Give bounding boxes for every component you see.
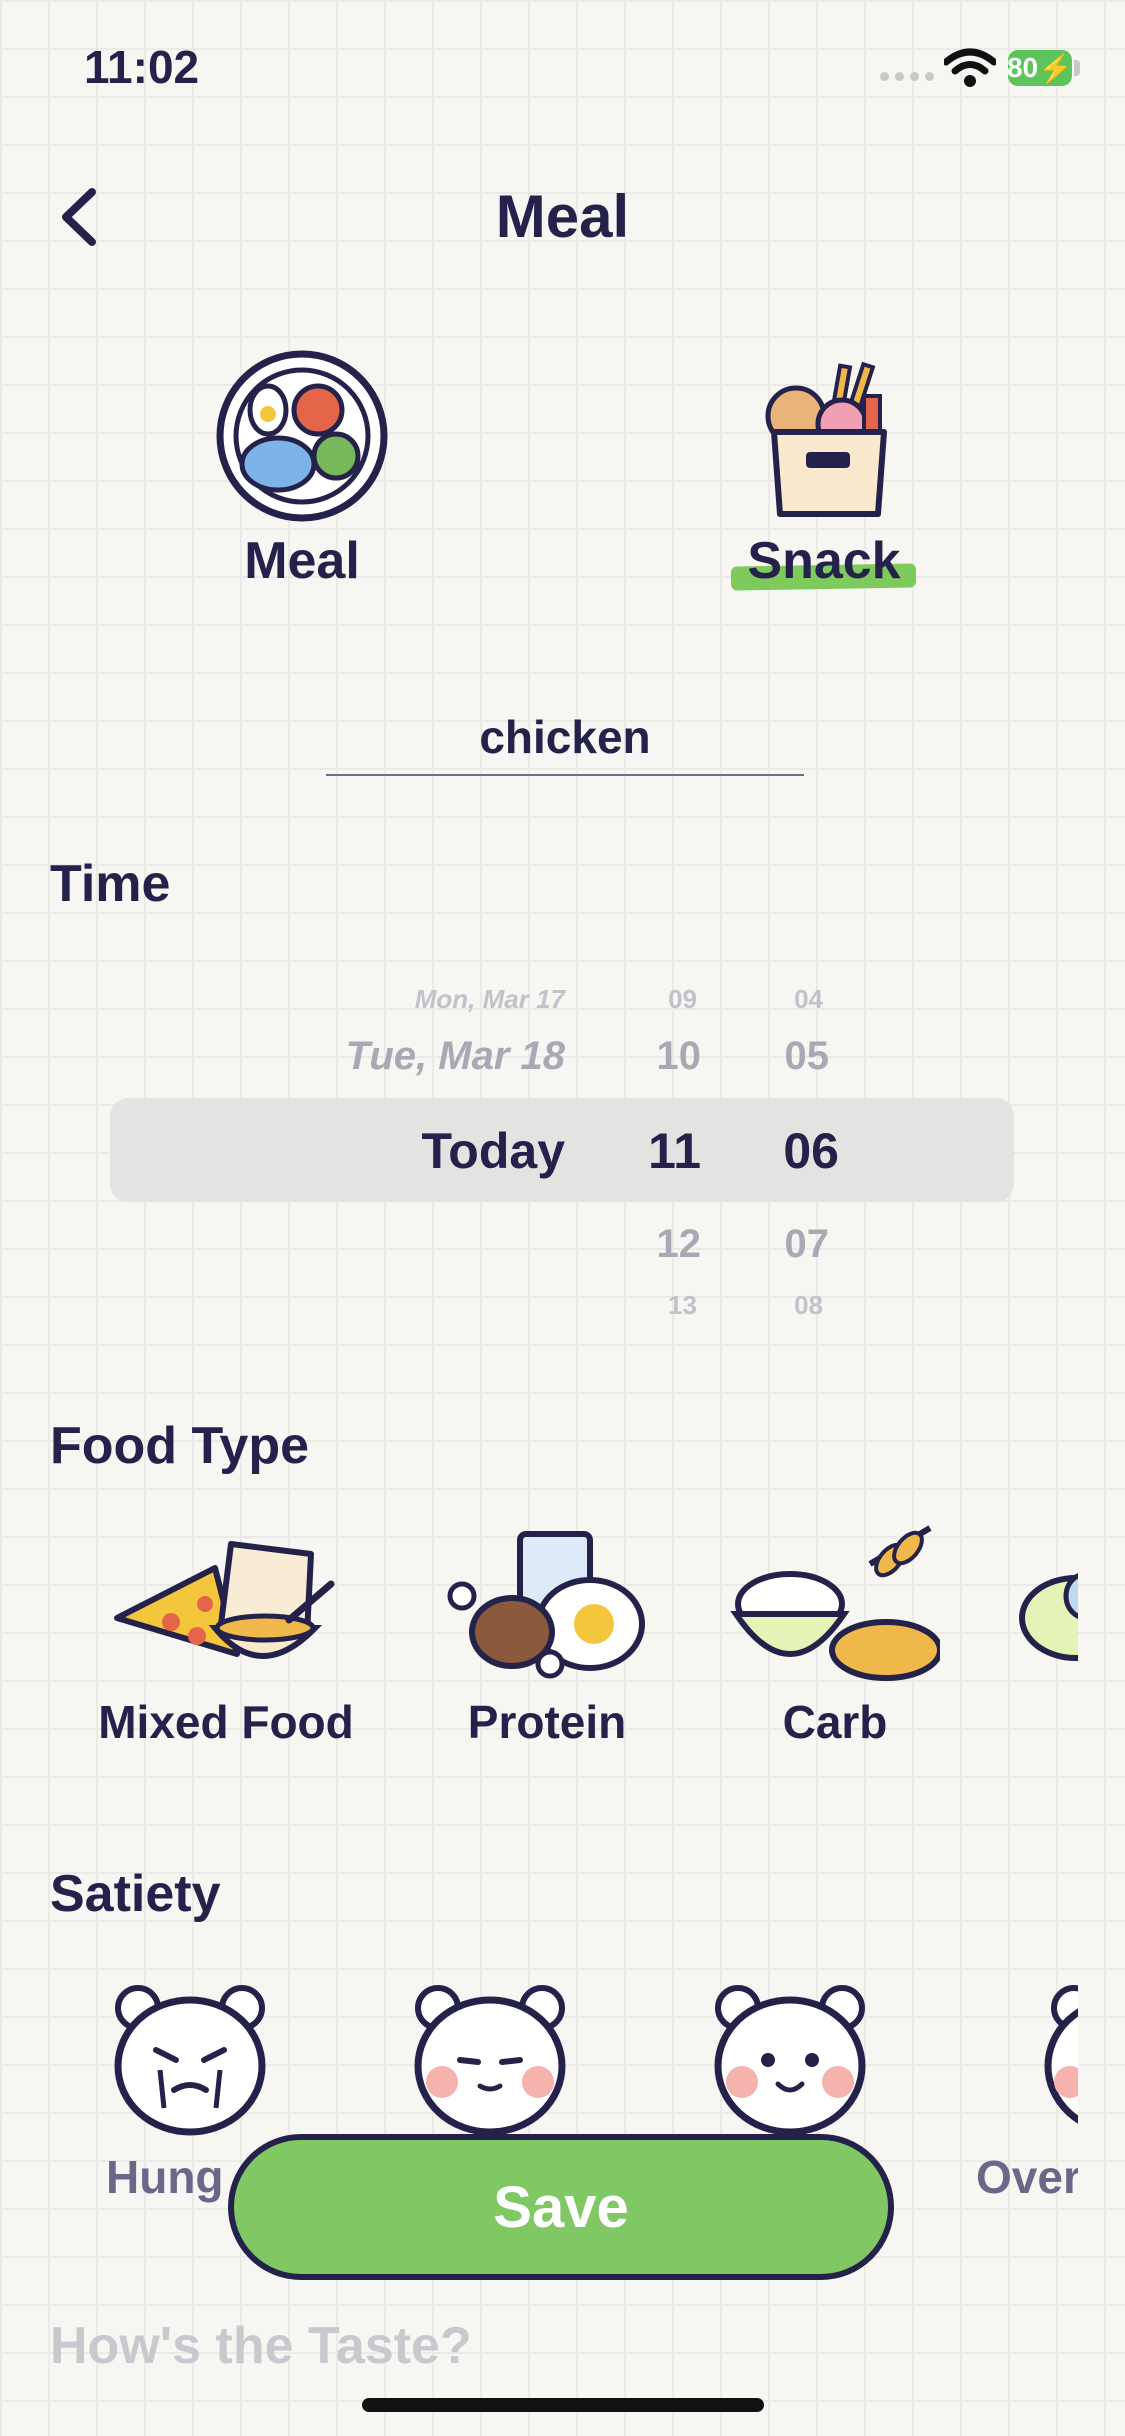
time-picker[interactable]: Mon, Mar 17 Tue, Mar 18 Today 09 10 11 1… bbox=[0, 960, 1125, 1330]
mixed-food-icon bbox=[114, 1541, 335, 1659]
status-time: 11:02 bbox=[84, 41, 200, 93]
over-bear-icon bbox=[1044, 1985, 1078, 2124]
picker-minute-option[interactable]: 04 bbox=[794, 984, 823, 1015]
picker-minute-selected[interactable]: 06 bbox=[783, 1122, 839, 1180]
picker-minute-option[interactable]: 08 bbox=[794, 1290, 823, 1321]
battery-tip bbox=[1074, 60, 1080, 76]
cellular-signal-icon bbox=[880, 72, 934, 81]
happy-bear-icon bbox=[714, 1985, 866, 2136]
picker-hour-option[interactable]: 13 bbox=[668, 1290, 697, 1321]
food-type-label: Carb bbox=[782, 1696, 888, 1748]
meal-type-label: Snack bbox=[731, 531, 917, 591]
food-type-mixed-food[interactable]: Mixed Food bbox=[84, 1524, 368, 1749]
wifi-icon bbox=[944, 48, 996, 87]
food-type-label: Protein bbox=[467, 1696, 627, 1748]
battery-icon: 80 ⚡ bbox=[1006, 50, 1073, 86]
meal-name-input[interactable] bbox=[326, 700, 804, 776]
picker-date-option[interactable]: Mon, Mar 17 bbox=[415, 984, 565, 1015]
section-title-taste: How's the Taste? bbox=[50, 2317, 472, 2375]
picker-hour-option[interactable]: 10 bbox=[657, 1034, 702, 1079]
snack-box-icon bbox=[765, 361, 887, 517]
home-indicator[interactable] bbox=[362, 2398, 764, 2412]
meal-type-meal[interactable]: Meal bbox=[162, 346, 442, 591]
satiety-label: Over bbox=[976, 2151, 1078, 2203]
satiety-over[interactable] bbox=[1040, 1980, 1078, 2145]
food-type-protein[interactable]: Protein bbox=[436, 1524, 658, 1749]
food-type-carb[interactable]: Carb bbox=[724, 1524, 946, 1749]
picker-date-option[interactable]: Tue, Mar 18 bbox=[346, 1034, 565, 1079]
picker-date-selected[interactable]: Today bbox=[421, 1122, 565, 1180]
food-type-next-partial[interactable] bbox=[1016, 1568, 1078, 1673]
food-type-label: Mixed Food bbox=[98, 1696, 354, 1748]
meal-type-snack[interactable]: Snack bbox=[684, 346, 964, 591]
meal-type-label: Meal bbox=[244, 532, 360, 590]
protein-icon bbox=[447, 1531, 645, 1679]
picker-minute-option[interactable]: 07 bbox=[785, 1222, 830, 1267]
neutral-bear-icon bbox=[414, 1985, 566, 2136]
picker-hour-selected[interactable]: 11 bbox=[648, 1122, 701, 1180]
battery-level: 80 bbox=[1006, 52, 1039, 83]
section-title-time: Time bbox=[50, 855, 171, 913]
picker-hour-option[interactable]: 09 bbox=[668, 984, 697, 1015]
meal-plate-icon bbox=[216, 350, 388, 522]
hungry-bear-icon bbox=[114, 1985, 266, 2136]
page-title: Meal bbox=[495, 183, 630, 250]
picker-minute-option[interactable]: 05 bbox=[785, 1034, 830, 1079]
section-title-food-type: Food Type bbox=[50, 1417, 310, 1475]
carb-icon bbox=[730, 1525, 943, 1681]
section-title-satiety: Satiety bbox=[50, 1865, 221, 1923]
satiety-label: Hung bbox=[106, 2151, 224, 2203]
satiety-satisfied[interactable] bbox=[710, 1980, 880, 2145]
save-button[interactable]: Save bbox=[228, 2134, 894, 2280]
vegetable-icon bbox=[1019, 1573, 1078, 1661]
food-type-scroller[interactable]: Mixed Food Protein Carb bbox=[0, 1524, 1078, 1774]
satiety-neutral[interactable] bbox=[410, 1980, 580, 2145]
picker-hour-option[interactable]: 12 bbox=[657, 1222, 702, 1267]
satiety-hungry[interactable]: Hung bbox=[106, 1980, 280, 2203]
